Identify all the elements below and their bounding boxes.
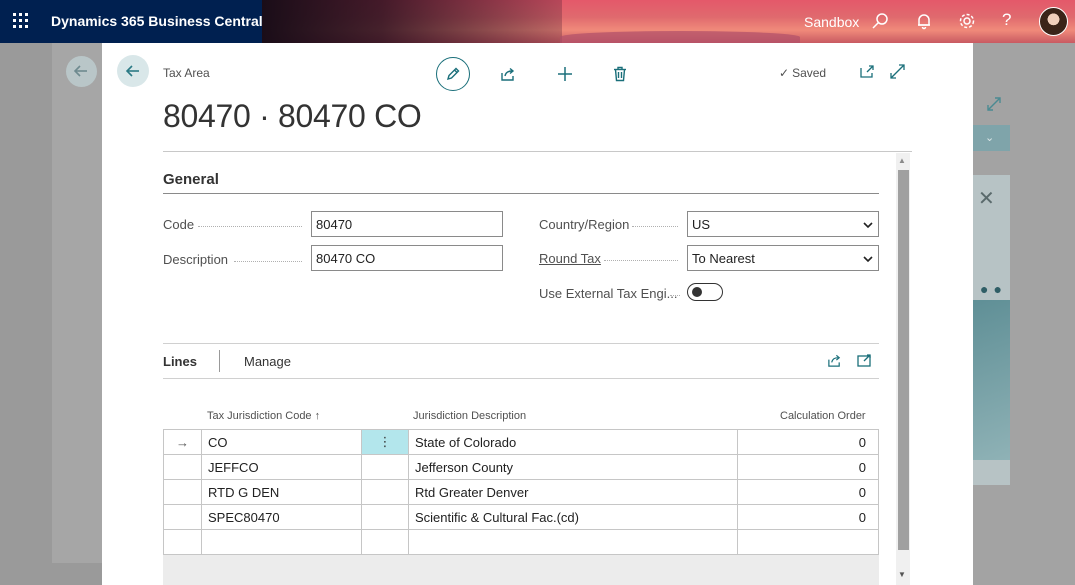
top-bar: Dynamics 365 Business Central Sandbox ? [0,0,1075,43]
cell-code[interactable]: SPEC80470 [201,504,362,530]
trash-icon [614,66,626,82]
share-button[interactable] [491,57,525,91]
background-teal-area [973,300,1010,460]
saved-label: Saved [792,66,827,80]
background-left-panel [52,43,102,563]
chevron-down-icon [863,218,873,233]
round-tax-label-leader [604,260,678,261]
cell-description[interactable]: Scientific & Cultural Fac.(cd) [408,504,738,530]
background-expand-icon [987,97,1001,116]
external-tax-engine-toggle[interactable] [687,283,723,301]
country-region-label-leader [632,226,678,227]
lines-divider [219,350,220,372]
app-title[interactable]: Dynamics 365 Business Central [51,13,263,29]
column-header-calculation-order[interactable]: Calculation Order [780,410,866,422]
scroll-up-icon[interactable]: ▲ [898,156,906,165]
cell-code[interactable]: CO [201,429,362,455]
page-title: 80470 · 80470 CO [163,98,422,134]
lines-grid: → CO ⋮ State of Colorado 0 JEFFCO Jeffer… [163,429,879,555]
background-close-icon: ✕ [978,188,995,210]
cell-code[interactable]: RTD G DEN [201,479,362,505]
back-button[interactable] [117,55,149,87]
external-tax-engine-label-leader [670,295,680,296]
plus-icon [558,67,572,81]
avatar[interactable] [1039,7,1068,36]
saved-status: ✓ Saved [779,66,826,80]
background-dots: ●● [980,281,1007,297]
manage-tab[interactable]: Manage [244,354,291,369]
help-icon[interactable]: ? [1002,10,1022,30]
cell-calculation-order[interactable]: 0 [737,479,879,505]
background-back-icon [66,56,97,87]
row-menu-icon[interactable]: ⋮ [361,429,409,455]
check-icon: ✓ [779,66,790,80]
table-row[interactable]: → CO ⋮ State of Colorado 0 [163,429,879,455]
round-tax-label[interactable]: Round Tax [539,251,601,266]
scrollbar-thumb[interactable] [898,170,909,550]
breadcrumb: Tax Area [163,66,210,80]
code-field[interactable]: 80470 [311,211,503,237]
toggle-knob [692,287,702,297]
open-new-window-icon[interactable] [860,64,875,84]
country-region-select[interactable]: US [687,211,879,237]
table-row[interactable]: RTD G DEN Rtd Greater Denver 0 [163,479,879,505]
share-icon [501,67,515,81]
code-label-leader [198,226,302,227]
description-label-leader [234,261,302,262]
lines-share-icon[interactable] [827,353,842,373]
table-row[interactable]: JEFFCO Jefferson County 0 [163,454,879,480]
pencil-icon [446,67,460,81]
arrow-left-icon [125,65,139,77]
cell-description[interactable]: Jefferson County [408,454,738,480]
cell-description[interactable]: Rtd Greater Denver [408,479,738,505]
tax-area-card: Tax Area ✓ Saved 80470 · 80470 CO Genera… [102,43,973,585]
cell-description[interactable]: State of Colorado [408,429,738,455]
code-label: Code [163,217,195,232]
row-selected-arrow-icon: → [163,429,202,455]
bell-icon[interactable] [915,12,935,32]
cell-code[interactable]: JEFFCO [201,454,362,480]
general-section-title[interactable]: General [163,171,219,188]
lines-bottom-rule [163,378,879,379]
description-label: Description [163,252,229,267]
background-chevron-down-icon: ⌄ [985,132,995,144]
header-separator [163,151,912,152]
edit-button[interactable] [436,57,470,91]
column-header-code[interactable]: Tax Jurisdiction Code ↑ [207,410,320,422]
cell-calculation-order[interactable]: 0 [737,429,879,455]
cell-calculation-order[interactable]: 0 [737,454,879,480]
round-tax-value: To Nearest [692,251,755,266]
country-region-value: US [692,217,711,232]
new-button[interactable] [548,57,582,91]
search-icon[interactable] [871,12,891,32]
lines-title[interactable]: Lines [163,354,197,369]
column-header-description[interactable]: Jurisdiction Description [413,410,526,422]
general-section-rule [163,193,879,194]
table-row-empty[interactable] [163,529,879,555]
banner-hill [560,31,800,43]
table-row[interactable]: SPEC80470 Scientific & Cultural Fac.(cd)… [163,504,879,530]
round-tax-select[interactable]: To Nearest [687,245,879,271]
description-field[interactable]: 80470 CO [311,245,503,271]
banner-silhouette [262,0,562,43]
lines-top-rule [163,343,879,344]
chevron-down-icon [863,252,873,267]
cell-calculation-order[interactable]: 0 [737,504,879,530]
gear-icon[interactable] [958,12,978,32]
country-region-label: Country/Region [539,217,630,232]
scroll-down-icon[interactable]: ▼ [898,570,906,579]
app-launcher-icon[interactable] [13,13,29,29]
external-tax-engine-label: Use External Tax Engi... [539,286,678,301]
environment-name: Sandbox [804,14,860,30]
grid-empty-area [163,555,879,585]
lines-open-window-icon[interactable] [857,353,872,373]
expand-icon[interactable] [890,64,905,84]
delete-button[interactable] [603,57,637,91]
